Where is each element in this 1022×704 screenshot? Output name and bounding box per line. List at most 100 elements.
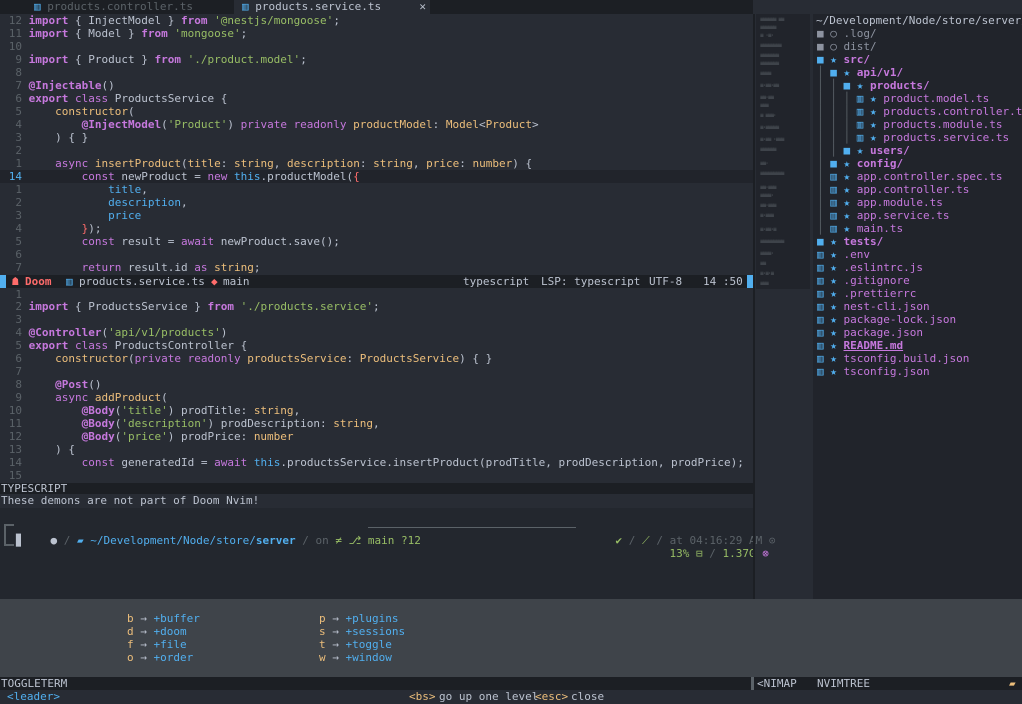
tree-item-label: README.md [843,339,904,352]
status-encoding: UTF-8 [649,275,683,288]
which-key-item[interactable]: p → +plugins [319,612,398,625]
apple-icon: ● [50,534,58,547]
minimap[interactable]: ≡≡≡≡≡≡ ≡≡ ≡≡≡≡≡≡ ≡ ·≡· ≡≡≡≡≡≡≡≡ ≡≡≡≡≡≡≡ … [756,14,810,289]
line-number: 11 [8,27,22,40]
line-number: 14 [8,170,22,183]
tree-item[interactable]: ▥ ★ .prettierrc [817,287,916,300]
line-number: 12 [8,14,22,27]
folder-icon: ▰ [77,534,84,547]
tree-item[interactable]: ▥ ★ .env [817,248,870,261]
tree-item[interactable]: ▥ ★ tsconfig.json [817,365,930,378]
line-number: 10 [8,40,22,53]
cpu-icon: ⊟ [696,547,703,560]
tree-indent: │ │ │ [817,131,857,144]
tree-item[interactable]: ■ ○ dist/ [817,40,877,53]
tree-item[interactable]: │ ▥ ★ main.ts [817,222,903,235]
status-line: ☗ Doom ▥ products.service.ts ◆ main type… [0,275,753,288]
tree-item[interactable]: │ │ │ ▥ ★ products.service.ts [817,131,1009,144]
line-number: 9 [15,391,22,404]
tree-item-label: app.module.ts [856,196,943,209]
which-key-item[interactable]: s → +sessions [319,625,405,638]
terminal-cursor: ▊ [16,534,23,547]
tree-item[interactable]: │ │ ■ ★ products/ [817,79,930,92]
file-icon: ▥ ★ [817,261,844,274]
typescript-file-icon: ▥ [66,275,73,288]
file-tree[interactable]: ~/Development/Node/store/server/.. ■ ○ .… [813,14,1022,678]
close-icon[interactable]: ✕ [419,0,426,14]
tree-item[interactable]: │ │ │ ▥ ★ products.module.ts [817,118,1002,131]
tree-item[interactable]: ▥ ★ .eslintrc.js [817,261,923,274]
hint-bs-key: <bs> [409,690,436,703]
editor-pane-controller[interactable]: 1 2 import { ProductsService } from './p… [0,288,753,483]
file-icon: ▥ ★ [817,287,844,300]
file-icon: ▥ ★ [830,196,857,209]
tab-products-controller[interactable]: ▥ products.controller.ts [26,0,201,14]
line-number: 10 [8,404,22,417]
git-branch-icon: ⎇ [348,534,362,547]
which-key-item[interactable]: b → +buffer [127,612,200,625]
tree-item[interactable]: │ │ ■ ★ users/ [817,144,910,157]
tree-item[interactable]: ▥ ★ .gitignore [817,274,910,287]
terminal-pane[interactable]: ▊ ● / ▰ ~/Development/Node/store/server … [0,508,776,599]
tree-item[interactable]: │ ▥ ★ app.service.ts [817,209,949,222]
tree-item[interactable]: ▥ ★ package.json [817,326,923,339]
which-key-item[interactable]: d → +doom [127,625,187,638]
memory-usage: 1.37G [722,547,756,560]
tree-item[interactable]: ▥ ★ nest-cli.json [817,300,930,313]
which-key-item[interactable]: f → +file [127,638,187,651]
doom-icon: ☗ [12,275,19,288]
git-icon: ≠ [335,534,342,547]
tree-item[interactable]: │ ▥ ★ app.module.ts [817,196,943,209]
tree-item-label: product.model.ts [883,92,990,105]
tree-item[interactable]: ▥ ★ README.md [817,339,903,352]
line-number: 7 [15,79,22,92]
message-line: These demons are not part of Doom Nvim! [0,494,753,508]
line-number: 3 [15,131,22,144]
tree-item[interactable]: │ ▥ ★ app.controller.spec.ts [817,170,1002,183]
file-icon: ▥ ★ [830,183,857,196]
tree-item[interactable]: ■ ★ src/ [817,53,870,66]
terminal-path: ~/Development/Node/store/ [90,534,256,547]
which-key-popup: b → +buffer d → +doom f → +file o → +ord… [0,599,1022,677]
tab-label: products.controller.ts [47,0,193,13]
status-filetype: typescript [463,275,530,288]
line-number: 6 [15,248,22,261]
line-number: 13 [8,443,22,456]
which-key-item[interactable]: w → +window [319,651,392,664]
status-filename: products.service.ts [79,275,205,288]
tree-item[interactable]: │ ▥ ★ app.controller.ts [817,183,969,196]
tree-item-label: .prettierrc [843,287,917,300]
line-number: 2 [15,144,22,157]
hint-bs-text: go up one level [439,690,539,703]
tree-item-label: package.json [843,326,923,339]
tree-item[interactable]: ▥ ★ tsconfig.build.json [817,352,969,365]
which-key-hint-line: <leader> <bs> go up one level <esc> clos… [0,690,1022,704]
terminal-dir: server [255,534,296,547]
file-icon: ▥ ★ [817,339,844,352]
tree-item-label: nest-cli.json [843,300,930,313]
line-number: 14 [8,456,22,469]
line-number: 8 [15,378,22,391]
tree-indent: │ │ [817,144,844,157]
leader-label: <leader> [7,690,60,703]
git-branch-icon: ◆ [211,275,218,288]
tree-item[interactable]: ■ ★ tests/ [817,235,883,248]
tree-item[interactable]: │ ■ ★ api/v1/ [817,66,903,79]
tree-item[interactable]: │ ■ ★ config/ [817,157,903,170]
tree-item-label: dist/ [843,40,877,53]
line-number: 1 [15,183,22,196]
line-number: 12 [8,430,22,443]
tree-item-label: products.controller.ts [883,105,1022,118]
tab-products-service[interactable]: ▥ products.service.ts ✕ [234,0,430,14]
editor-pane-service[interactable]: 12 import { InjectModel } from '@nestjs/… [0,14,753,275]
tree-item[interactable]: │ │ │ ▥ ★ products.controller.ts [817,105,1022,118]
which-key-item[interactable]: t → +toggle [319,638,392,651]
which-key-item[interactable]: o → +order [127,651,193,664]
line-number: 3 [15,313,22,326]
tree-item[interactable]: ▥ ★ package-lock.json [817,313,956,326]
tree-item[interactable]: ■ ○ .log/ [817,27,877,40]
tree-item-label: app.service.ts [856,209,950,222]
tree-item[interactable]: │ │ │ ▥ ★ product.model.ts [817,92,989,105]
line-number: 4 [15,222,22,235]
line-number: 8 [15,66,22,79]
